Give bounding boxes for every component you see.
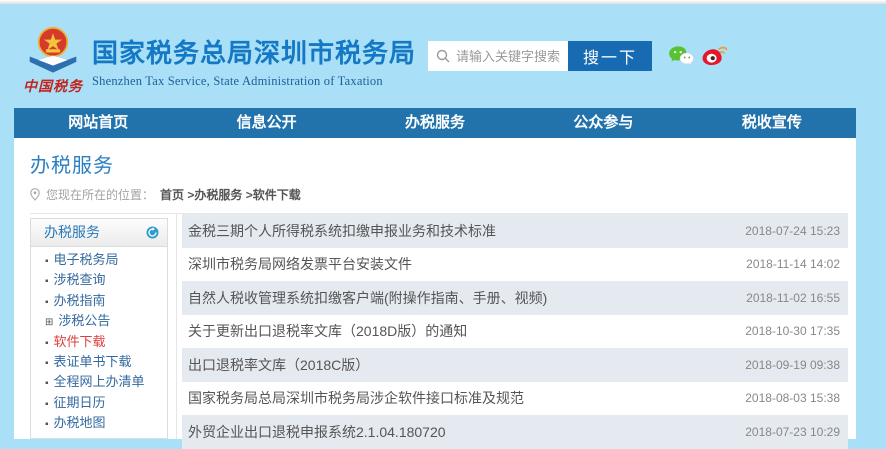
breadcrumb-prefix: 您现在所在的位置： [46, 188, 155, 202]
list-item[interactable]: 出口退税率文库（2018C版） 2018-09-19 09:38 [182, 348, 848, 382]
sidebar-item-label: 涉税查询 [53, 272, 106, 288]
list-item-date: 2018-09-19 09:38 [745, 357, 840, 372]
sidebar-item-label: 软件下载 [53, 333, 106, 349]
bullet-icon: ▪ [45, 378, 49, 390]
list-item-title[interactable]: 关于更新出口退税率文库（2018D版）的通知 [188, 321, 467, 341]
content-panel: 办税服务 您现在所在的位置： 首页 >办税服务 >软件下载 办税服务 ▪ 电子税务… [14, 138, 856, 449]
bullet-icon: ▪ [45, 256, 49, 267]
breadcrumb-path[interactable]: 首页 >办税服务 >软件下载 [160, 186, 301, 203]
nav-item[interactable]: 办税服务 [351, 108, 519, 138]
sidebar-item-label: 电子税务局 [53, 252, 119, 267]
sidebar-item-label: 全程网上办清单 [53, 374, 145, 390]
sidebar-item-label: 征期日历 [53, 394, 106, 410]
location-pin-icon [30, 188, 40, 201]
list-item[interactable]: 深圳市税务局网络发票平台安装文件 2018-11-14 14:02 [182, 248, 848, 282]
site-search: 搜一下 [428, 41, 652, 71]
list-item[interactable]: 国家税务局总局深圳市税务局涉企软件接口标准及规范 2018-08-03 15:3… [182, 382, 848, 416]
list-item-date: 2018-10-30 17:35 [745, 324, 840, 339]
sidebar-header-label: 办税服务 [44, 224, 100, 240]
bullet-icon: ⊞ [45, 317, 54, 329]
brand-block: 国家税务总局深圳市税务局 Shenzhen Tax Service, State… [92, 33, 416, 89]
refresh-circle-icon[interactable] [146, 226, 159, 239]
bullet-icon: ▪ [45, 296, 49, 308]
tax-emblem-logo: 中国税务 [16, 26, 90, 102]
bullet-icon: ▪ [45, 276, 49, 288]
list-item-title[interactable]: 自然人税收管理系统扣缴客户端(附操作指南、手册、视频) [188, 288, 547, 308]
sidebar-item-label: 办税地图 [53, 415, 106, 431]
list-item[interactable]: 金税三期个人所得税系统扣缴申报业务和技术标准 2018-07-24 15:23 [182, 214, 848, 248]
site-subtitle: Shenzhen Tax Service, State Administrati… [92, 74, 383, 88]
page-title: 办税服务 [30, 155, 114, 177]
list-item-date: 2018-11-14 14:02 [746, 257, 840, 272]
bullet-icon: ▪ [45, 357, 49, 369]
sidebar-item[interactable]: ▪ 全程网上办清单 [31, 372, 167, 392]
nav-item[interactable]: 信息公开 [182, 108, 350, 138]
sidebar-item[interactable]: ▪ 办税地图 [31, 413, 167, 433]
sidebar-item[interactable]: ▪ 征期日历 [31, 393, 167, 413]
download-list: 金税三期个人所得税系统扣缴申报业务和技术标准 2018-07-24 15:23 … [182, 214, 848, 449]
nav-item[interactable]: 公众参与 [519, 108, 687, 138]
list-item[interactable]: 外贸企业出口退税申报系统2.1.04.180720 2018-07-23 10:… [182, 415, 848, 449]
sidebar-item[interactable]: ▪ 涉税查询 [31, 270, 167, 290]
site-title: 国家税务总局深圳市税务局 [92, 38, 417, 68]
sidebar-header: 办税服务 [31, 219, 167, 247]
search-button[interactable]: 搜一下 [568, 41, 652, 71]
nav-item[interactable]: 网站首页 [14, 108, 182, 138]
sidebar-item[interactable]: ▪ 软件下载 [31, 332, 167, 352]
sidebar-item-label: 涉税公告 [58, 313, 111, 329]
social-links [668, 44, 728, 72]
china-tax-emblem-icon [16, 26, 90, 78]
list-item-title[interactable]: 国家税务局总局深圳市税务局涉企软件接口标准及规范 [188, 388, 524, 408]
sidebar-item-label: 办税指南 [53, 292, 106, 308]
list-item-date: 2018-07-24 15:23 [745, 223, 840, 238]
wechat-icon[interactable] [668, 45, 694, 72]
sidebar-item[interactable]: ▪ 电子税务局 [31, 250, 167, 270]
logo-caption: 中国税务 [23, 78, 83, 94]
sidebar-item[interactable]: ▪ 办税指南 [31, 291, 167, 311]
list-item-title[interactable]: 深圳市税务局网络发票平台安装文件 [188, 254, 412, 274]
list-item[interactable]: 自然人税收管理系统扣缴客户端(附操作指南、手册、视频) 2018-11-02 1… [182, 281, 848, 315]
weibo-icon[interactable] [701, 44, 728, 72]
list-item-date: 2018-07-23 10:29 [745, 424, 840, 439]
sidebar-item[interactable]: ⊞ 涉税公告 [31, 311, 167, 331]
list-item[interactable]: 关于更新出口退税率文库（2018D版）的通知 2018-10-30 17:35 [182, 315, 848, 349]
list-item-date: 2018-08-03 15:38 [745, 391, 840, 406]
list-item-title[interactable]: 出口退税率文库（2018C版） [188, 355, 369, 375]
list-item-title[interactable]: 金税三期个人所得税系统扣缴申报业务和技术标准 [188, 221, 496, 241]
sidebar-item[interactable]: ▪ 表证单书下载 [31, 352, 167, 372]
bullet-icon: ▪ [45, 337, 49, 349]
list-item-date: 2018-11-02 16:55 [746, 290, 840, 305]
breadcrumb: 您现在所在的位置： 首页 >办税服务 >软件下载 [30, 186, 301, 203]
search-icon [436, 49, 450, 63]
search-box [428, 41, 568, 71]
main-nav: 网站首页 信息公开 办税服务 公众参与 税收宣传 [14, 108, 856, 138]
bullet-icon: ▪ [45, 419, 49, 431]
bullet-icon: ▪ [45, 398, 49, 410]
top-strip [0, 0, 886, 4]
nav-item[interactable]: 税收宣传 [688, 108, 856, 138]
sidebar-menu: ▪ 电子税务局 ▪ 涉税查询 ▪ 办税指南 ⊞ 涉税公告 ▪ 软件下载 ▪ 表证… [31, 247, 167, 438]
column-divider [176, 214, 177, 439]
sidebar: 办税服务 ▪ 电子税务局 ▪ 涉税查询 ▪ 办税指南 ⊞ 涉税公告 ▪ 软件下载… [30, 218, 168, 439]
sidebar-item-label: 表证单书下载 [53, 353, 132, 369]
